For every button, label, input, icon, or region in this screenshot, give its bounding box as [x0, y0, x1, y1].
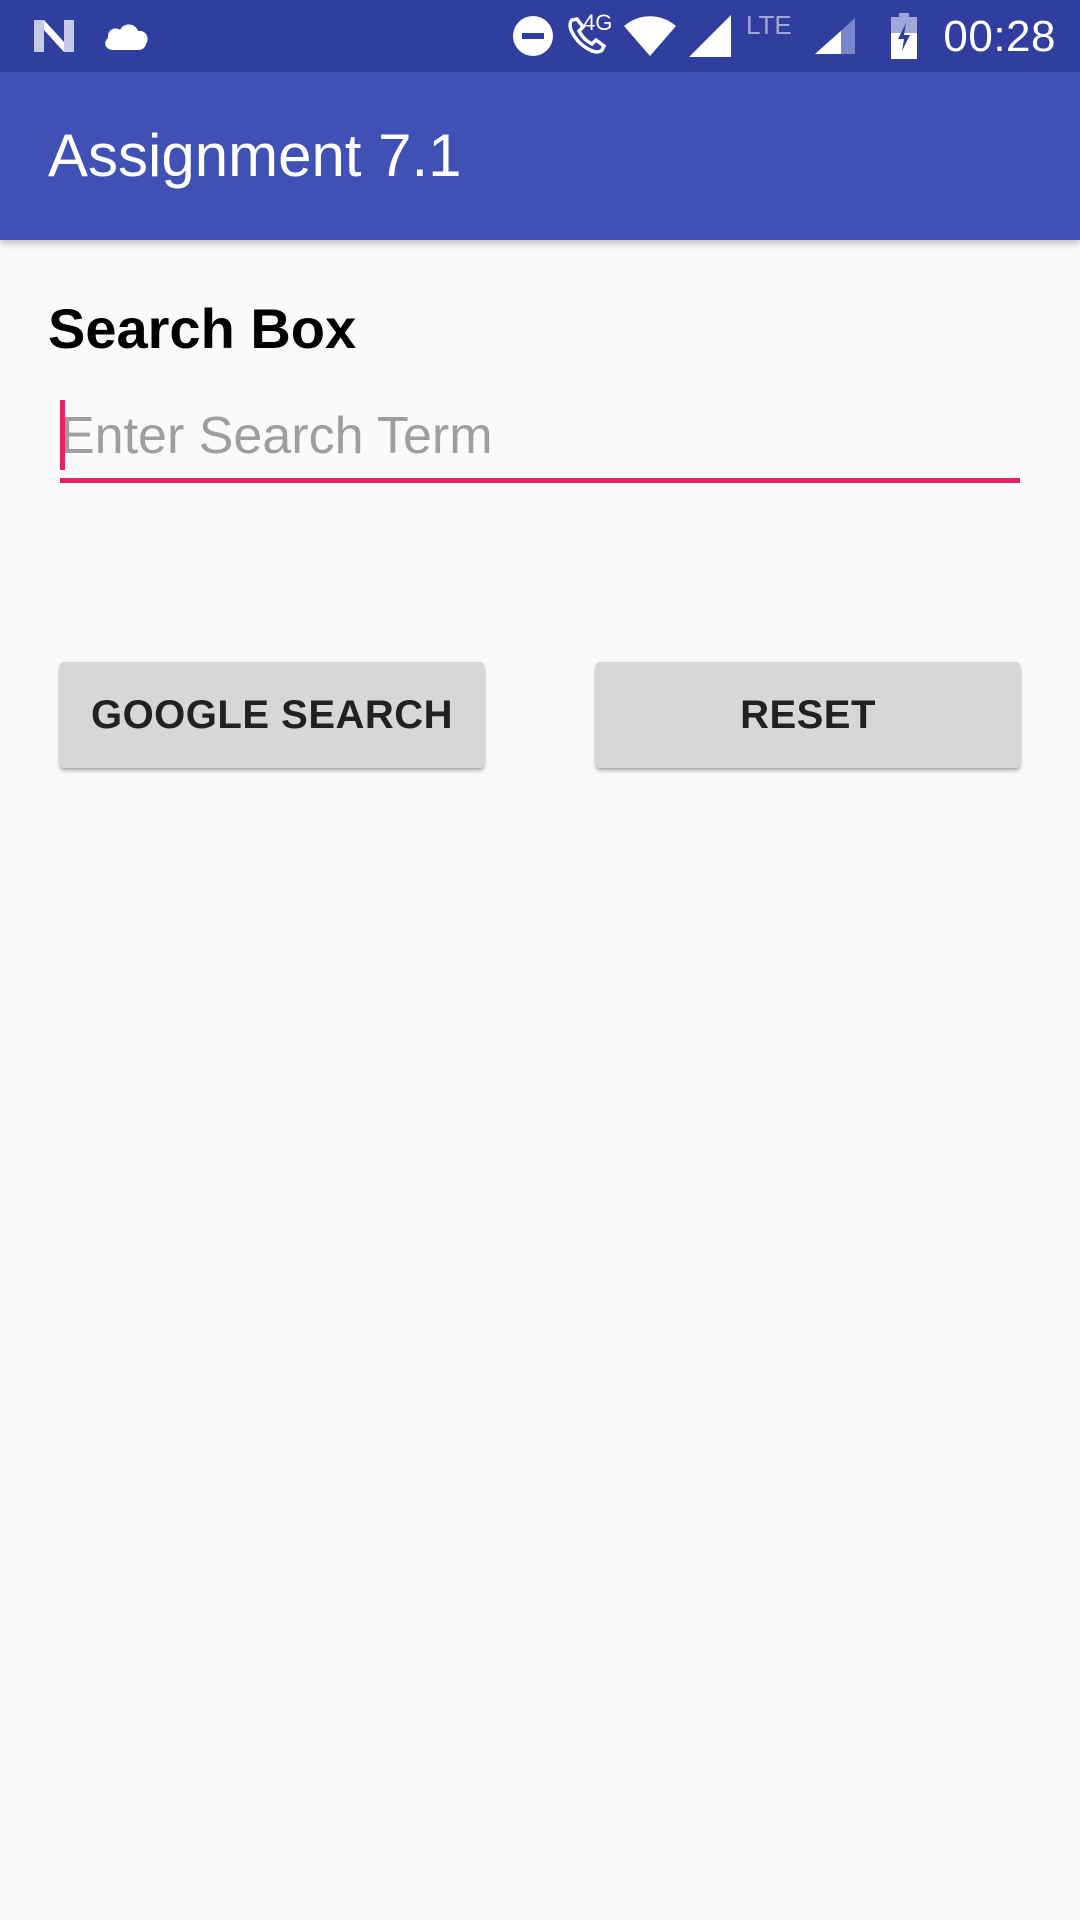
signal-icon	[810, 0, 858, 72]
search-input[interactable]	[60, 396, 1020, 476]
text-cursor	[60, 400, 65, 470]
wifi-icon	[622, 0, 678, 72]
app-title: Assignment 7.1	[48, 122, 462, 189]
app-screen: 4G LTE 00:28 Assignment 7.1 Search Box E…	[0, 0, 1080, 1920]
reset-button[interactable]: RESET	[596, 662, 1020, 768]
battery-charging-icon	[886, 0, 922, 72]
status-bar: 4G LTE 00:28	[0, 0, 1080, 72]
signal-icon	[686, 0, 734, 72]
app-bar: Assignment 7.1	[0, 72, 1080, 240]
network-4g-label: 4G	[583, 10, 613, 35]
n-logo-icon	[30, 0, 78, 72]
search-field[interactable]	[60, 396, 1020, 484]
google-search-button[interactable]: GOOGLE SEARCH	[60, 662, 484, 768]
search-input-underline	[60, 478, 1020, 483]
status-time: 00:28	[943, 12, 1056, 61]
do-not-disturb-icon	[510, 0, 556, 72]
network-lte-label: LTE	[746, 10, 792, 40]
cloud-icon	[100, 0, 152, 72]
search-box-label: Search Box	[48, 297, 357, 360]
